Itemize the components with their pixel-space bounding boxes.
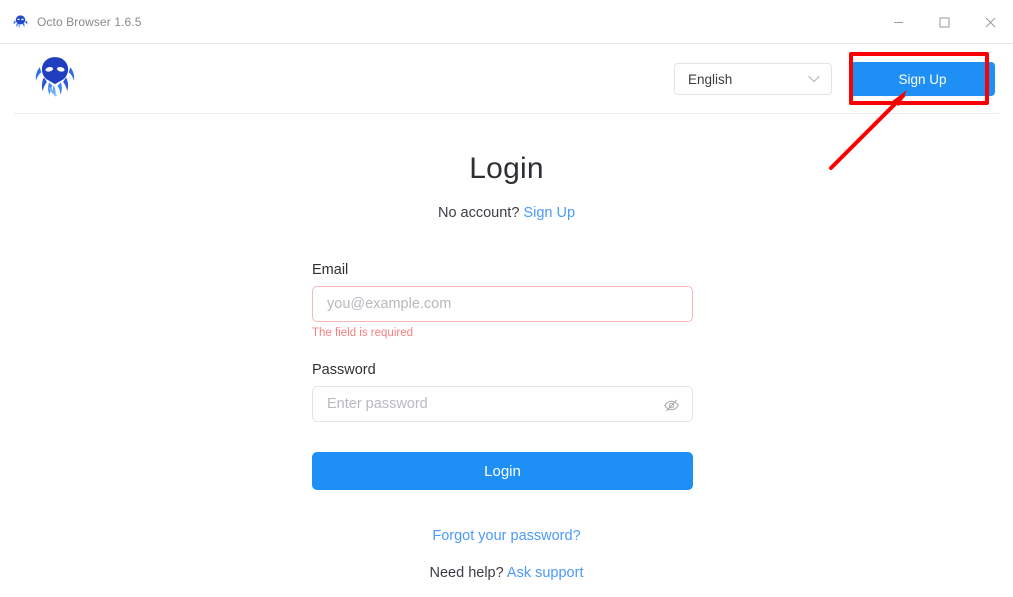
header-actions: English Sign Up bbox=[674, 44, 995, 114]
signup-button-wrap: Sign Up bbox=[850, 62, 995, 96]
language-select[interactable]: English bbox=[674, 63, 832, 95]
octopus-icon bbox=[12, 13, 29, 30]
signup-button[interactable]: Sign Up bbox=[850, 62, 995, 96]
email-input[interactable] bbox=[312, 286, 693, 322]
chevron-down-icon bbox=[808, 70, 820, 88]
language-select-value: English bbox=[688, 71, 733, 87]
title-bar-left: Octo Browser 1.6.5 bbox=[0, 13, 142, 30]
email-label: Email bbox=[312, 262, 349, 278]
password-label: Password bbox=[312, 362, 376, 378]
login-page: Login No account? Sign Up Email The fiel… bbox=[0, 114, 1013, 597]
password-input[interactable] bbox=[312, 386, 693, 422]
forgot-password-link[interactable]: Forgot your password? bbox=[432, 528, 580, 544]
ask-support-link[interactable]: Ask support bbox=[507, 565, 584, 581]
octo-browser-logo bbox=[28, 52, 82, 106]
minimize-icon[interactable] bbox=[875, 0, 921, 44]
login-button[interactable]: Login bbox=[312, 452, 693, 490]
login-form: Email The field is required Password Log… bbox=[312, 262, 693, 490]
signup-prompt-text: No account? bbox=[437, 205, 520, 221]
close-icon[interactable] bbox=[967, 0, 1013, 44]
support-prompt-text: Need help? bbox=[429, 565, 504, 581]
signup-prompt: No account? Sign Up bbox=[0, 205, 1013, 221]
password-field-group: Password bbox=[312, 362, 693, 422]
signup-link[interactable]: Sign Up bbox=[523, 205, 575, 221]
email-field-group: Email The field is required bbox=[312, 262, 693, 339]
page-title: Login bbox=[469, 152, 544, 185]
forgot-password-row: Forgot your password? bbox=[0, 528, 1013, 544]
window-controls bbox=[875, 0, 1013, 44]
app-window: Octo Browser 1.6.5 English Sign Up Login… bbox=[0, 0, 1013, 597]
app-header: English Sign Up bbox=[0, 44, 1013, 114]
eye-off-icon[interactable] bbox=[661, 395, 681, 415]
support-row: Need help? Ask support bbox=[0, 565, 1013, 581]
title-bar: Octo Browser 1.6.5 bbox=[0, 0, 1013, 44]
email-error-message: The field is required bbox=[312, 327, 413, 339]
maximize-icon[interactable] bbox=[921, 0, 967, 44]
window-title: Octo Browser 1.6.5 bbox=[37, 14, 142, 29]
